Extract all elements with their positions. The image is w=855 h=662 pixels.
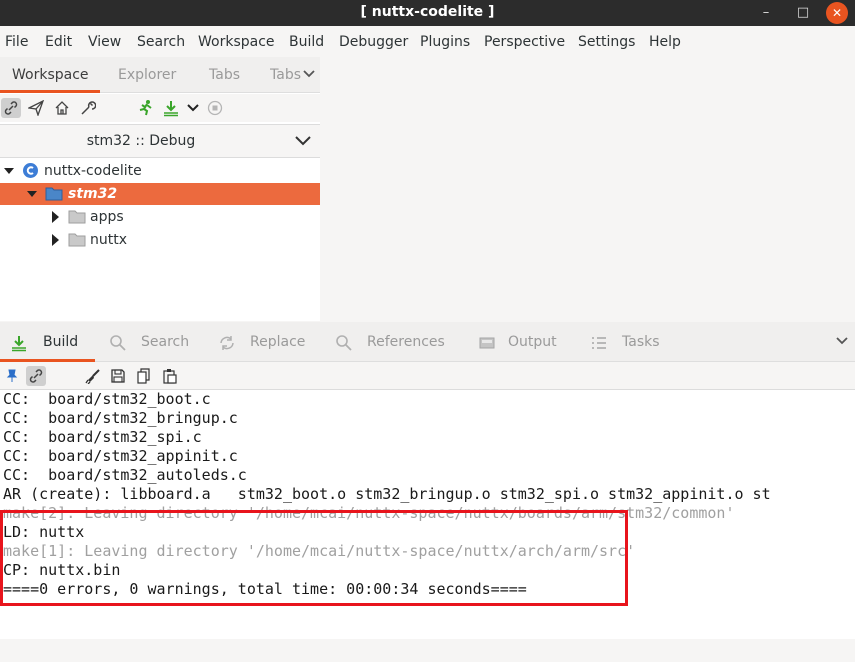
tab-label: Tasks bbox=[622, 334, 660, 350]
tab-label: Build bbox=[43, 334, 79, 350]
menu-perspective[interactable]: Perspective bbox=[484, 34, 565, 50]
workspace-toolbar bbox=[0, 94, 320, 122]
tree-item-label: nuttx bbox=[90, 232, 128, 248]
tab-output[interactable]: Output bbox=[470, 322, 575, 362]
build-icon[interactable] bbox=[161, 98, 181, 118]
pin-icon[interactable] bbox=[2, 366, 22, 386]
menu-settings[interactable]: Settings bbox=[578, 34, 635, 50]
menu-search[interactable]: Search bbox=[137, 34, 185, 50]
tab-workspace[interactable]: Workspace bbox=[12, 67, 89, 83]
search-icon bbox=[336, 335, 352, 351]
configuration-label: stm32 :: Debug bbox=[86, 133, 196, 149]
menubar: File Edit View Search Workspace Build De… bbox=[0, 30, 855, 56]
close-button[interactable]: ✕ bbox=[826, 2, 848, 24]
menu-plugins[interactable]: Plugins bbox=[420, 34, 470, 50]
copy-icon[interactable] bbox=[134, 366, 154, 386]
menu-file[interactable]: File bbox=[5, 34, 28, 50]
expanded-arrow-icon[interactable] bbox=[27, 189, 37, 199]
workspace-icon bbox=[23, 163, 38, 178]
tree-item-label: apps bbox=[90, 209, 124, 225]
tab-replace[interactable]: Replace bbox=[210, 322, 320, 362]
log-line: AR (create): libboard.a stm32_boot.o stm… bbox=[3, 485, 771, 503]
tab-references[interactable]: References bbox=[327, 322, 467, 362]
link-icon[interactable] bbox=[26, 366, 46, 386]
search-icon bbox=[110, 335, 126, 351]
horizontal-scrollbar[interactable] bbox=[0, 639, 855, 662]
window-title: [ nuttx-codelite ] bbox=[360, 4, 495, 20]
folder-icon bbox=[68, 210, 86, 224]
tree-item-apps[interactable]: apps bbox=[0, 206, 320, 228]
log-line: CC: board/stm32_boot.c bbox=[3, 390, 211, 408]
minimize-button[interactable]: – bbox=[755, 2, 777, 24]
editor-area bbox=[320, 57, 855, 321]
link-icon[interactable] bbox=[1, 98, 21, 118]
tree-item-label: stm32 bbox=[68, 186, 118, 202]
log-line: CC: board/stm32_bringup.c bbox=[3, 409, 238, 427]
tree-item-stm32[interactable]: stm32 bbox=[0, 183, 320, 205]
tab-build[interactable]: Build bbox=[0, 322, 95, 362]
workspace-panel: Workspace Explorer Tabs Tabs stm32:: De… bbox=[0, 57, 320, 321]
menu-workspace[interactable]: Workspace bbox=[198, 34, 275, 50]
menu-help[interactable]: Help bbox=[649, 34, 681, 50]
tabs-overflow-chevron-icon[interactable] bbox=[835, 334, 849, 352]
output-icon bbox=[479, 337, 495, 349]
menu-debugger[interactable]: Debugger bbox=[339, 34, 408, 50]
stop-icon[interactable] bbox=[205, 98, 225, 118]
save-icon[interactable] bbox=[108, 366, 128, 386]
tree-item-label: nuttx-codelite bbox=[44, 163, 142, 179]
workspace-tabs: Workspace Explorer Tabs Tabs bbox=[0, 57, 320, 93]
tab-explorer[interactable]: Explorer bbox=[118, 67, 176, 83]
menu-view[interactable]: View bbox=[88, 34, 121, 50]
workspace-tree: nuttx-codelite stm32 apps nuttx bbox=[0, 160, 320, 320]
collapsed-arrow-icon[interactable] bbox=[51, 211, 60, 223]
dropdown-arrow-icon[interactable] bbox=[183, 98, 203, 118]
active-tab-indicator bbox=[0, 359, 95, 362]
window-titlebar: [ nuttx-codelite ] – □ ✕ bbox=[0, 0, 855, 26]
folder-icon bbox=[45, 187, 63, 201]
maximize-button[interactable]: □ bbox=[792, 2, 814, 24]
active-tab-indicator bbox=[0, 90, 100, 93]
highlight-annotation-box bbox=[0, 510, 628, 606]
wrench-icon[interactable] bbox=[78, 98, 98, 118]
output-tabs: Build Search Replace References Output T… bbox=[0, 322, 855, 362]
configuration-selector[interactable]: stm32 :: Debug bbox=[0, 124, 320, 158]
log-line: CC: board/stm32_autoleds.c bbox=[3, 466, 247, 484]
tasks-icon bbox=[592, 337, 606, 349]
expanded-arrow-icon[interactable] bbox=[4, 166, 14, 176]
log-line: CC: board/stm32_appinit.c bbox=[3, 447, 238, 465]
home-icon[interactable] bbox=[52, 98, 72, 118]
tab-label: References bbox=[367, 334, 445, 350]
tabs-overflow-chevron-icon[interactable] bbox=[302, 67, 316, 85]
tab-label: Replace bbox=[250, 334, 306, 350]
tab-tabs-overflow[interactable]: Tabs bbox=[270, 67, 302, 83]
replace-icon bbox=[220, 336, 234, 350]
tab-tasks[interactable]: Tasks bbox=[582, 322, 672, 362]
tree-item-nuttx[interactable]: nuttx bbox=[0, 229, 320, 251]
menu-edit[interactable]: Edit bbox=[45, 34, 72, 50]
tree-item-workspace[interactable]: nuttx-codelite bbox=[0, 160, 320, 182]
tab-search[interactable]: Search bbox=[100, 322, 205, 362]
tab-label: Output bbox=[508, 334, 557, 350]
folder-icon bbox=[68, 233, 86, 247]
paste-icon[interactable] bbox=[160, 366, 180, 386]
paper-plane-icon[interactable] bbox=[26, 98, 46, 118]
tab-tabs[interactable]: Tabs bbox=[209, 67, 240, 83]
run-icon[interactable] bbox=[136, 98, 156, 118]
output-panel: Build Search Replace References Output T… bbox=[0, 322, 855, 662]
build-output-toolbar bbox=[0, 363, 855, 389]
log-line: CC: board/stm32_spi.c bbox=[3, 428, 202, 446]
tab-label: Search bbox=[141, 334, 190, 350]
build-icon bbox=[12, 336, 26, 352]
broom-icon[interactable] bbox=[83, 366, 103, 386]
menu-build[interactable]: Build bbox=[289, 34, 324, 50]
collapsed-arrow-icon[interactable] bbox=[51, 234, 60, 246]
chevron-down-icon[interactable] bbox=[294, 133, 312, 153]
build-output-log[interactable]: CC: board/stm32_boot.c CC: board/stm32_b… bbox=[0, 389, 855, 639]
